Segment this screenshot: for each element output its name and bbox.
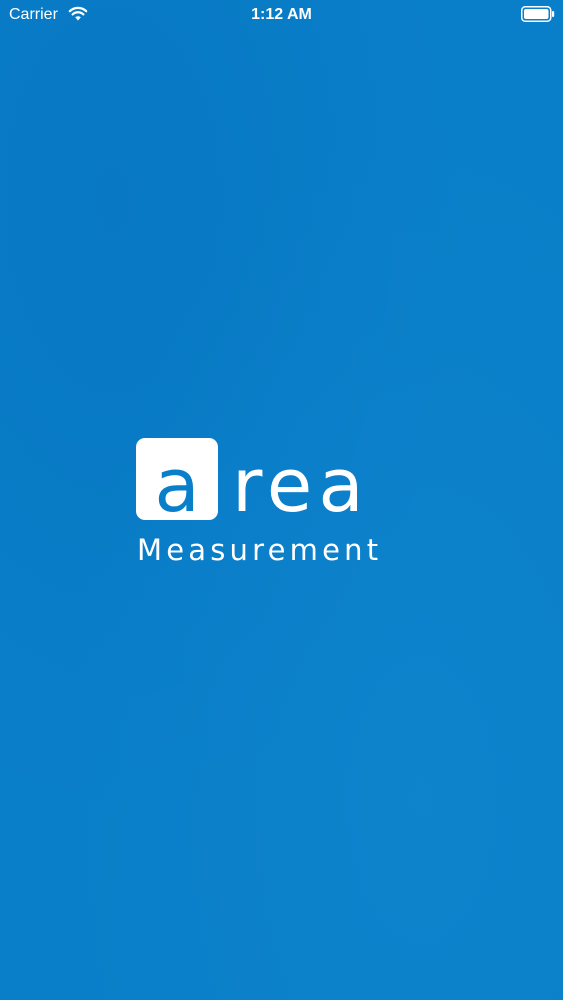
logo-letter-box: a [136,438,218,529]
splash-screen: Carrier 1:12 AM a rea Measurement [0,0,563,1000]
battery-icon [521,6,555,22]
logo-subtitle: Measurement [137,533,383,567]
status-time: 1:12 AM [251,6,312,23]
app-logo: a rea Measurement [136,438,436,568]
logo-wordmark: rea [232,443,370,529]
logo-letter-a: a [154,443,200,529]
status-bar: Carrier 1:12 AM [0,0,563,30]
